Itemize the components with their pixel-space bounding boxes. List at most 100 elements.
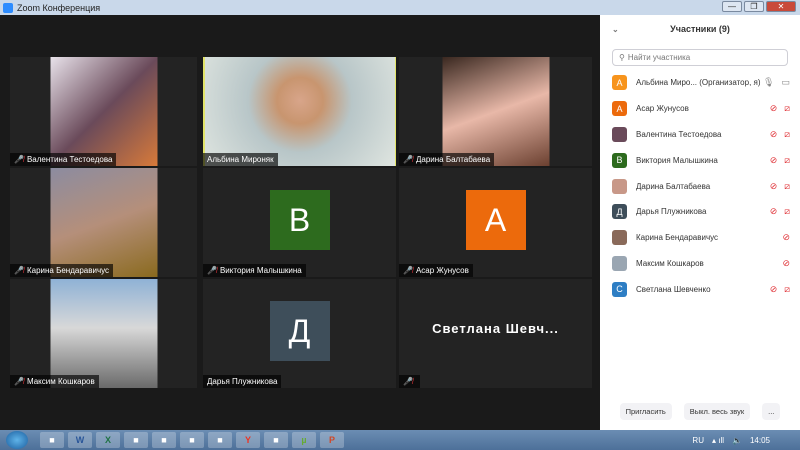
taskbar: ■ W X ■ ■ ■ ■ Y ■ µ P RU ▴ ıll 🔈 14:05 [0, 430, 800, 450]
taskbar-app-y-icon[interactable]: Y [236, 432, 260, 448]
video-off-icon[interactable]: ⧄ [784, 206, 790, 217]
video-tile[interactable]: А 🎤̸ Асар Жунусов [399, 168, 592, 277]
invite-button[interactable]: Пригласить [619, 403, 672, 420]
video-off-icon[interactable]: ⧄ [784, 284, 790, 295]
participant-name: Светлана Шевченко [636, 284, 711, 294]
mic-muted-icon: 🎤̸ [14, 377, 24, 386]
name-label: 🎤̸ Валентина Тестоедова [10, 153, 117, 166]
participant-row[interactable]: А Асар Жунусов ⊘ ⧄ [600, 96, 800, 122]
participant-row[interactable]: Карина Бендаравичус ⊘ [600, 225, 800, 251]
taskbar-app-p-icon[interactable]: P [320, 432, 344, 448]
participant-row[interactable]: Д Дарья Плужникова ⊘ ⧄ [600, 199, 800, 225]
network-icon[interactable]: ▴ ıll [712, 436, 724, 445]
window-title: Zoom Конференция [17, 2, 101, 13]
video-icon[interactable]: ▭ [781, 77, 790, 88]
zoom-logo-icon [3, 2, 13, 13]
mic-muted-icon[interactable]: ⊘ [782, 232, 790, 243]
mic-muted-icon[interactable]: ⊘ [770, 103, 778, 114]
participant-row[interactable]: Дарина Балтабаева ⊘ ⧄ [600, 173, 800, 199]
participant-video [442, 57, 549, 166]
panel-title: Участники (9) [670, 24, 730, 34]
taskbar-app-shield-icon[interactable]: ■ [124, 432, 148, 448]
search-input[interactable]: ⚲ Найти участника [612, 49, 788, 66]
video-tile[interactable]: Альбина Мироняк [203, 57, 396, 166]
mic-muted-icon[interactable]: ⊘ [770, 181, 778, 192]
taskbar-app-firefox-icon[interactable]: ■ [40, 432, 64, 448]
participant-name-large: Светлана Шевч... [432, 321, 559, 336]
volume-icon[interactable]: 🔈 [732, 436, 742, 445]
video-tile[interactable]: 🎤̸ Максим Кошкаров [10, 279, 197, 388]
participant-avatar: Д [612, 204, 627, 220]
participant-row[interactable]: Валентина Тестоедова ⊘ ⧄ [600, 122, 800, 148]
participant-row[interactable]: В Виктория Малышкина ⊘ ⧄ [600, 147, 800, 173]
mic-icon[interactable]: 🎙 [763, 77, 774, 88]
taskbar-app-µ-icon[interactable]: µ [292, 432, 316, 448]
maximize-button[interactable]: ❐ [744, 1, 764, 12]
mic-muted-icon[interactable]: ⊘ [770, 206, 778, 217]
participant-avatar [612, 126, 627, 142]
video-tile[interactable]: 🎤̸ Карина Бендаравичус [10, 168, 197, 277]
video-off-icon[interactable]: ⧄ [784, 181, 790, 192]
clock[interactable]: 14:05 [750, 436, 770, 445]
participant-row[interactable]: А Альбина Миро... (Организатор, я) 🎙 ▭ [600, 70, 800, 96]
participant-name: Карина Бендаравичус [26, 266, 110, 275]
taskbar-app-chrome-icon[interactable]: ■ [264, 432, 288, 448]
video-off-icon[interactable]: ⧄ [784, 103, 790, 114]
start-button[interactable] [6, 431, 28, 449]
participant-avatar: С [612, 281, 627, 297]
video-off-icon[interactable]: ⧄ [784, 129, 790, 140]
video-tile[interactable]: 🎤̸ Валентина Тестоедова [10, 57, 197, 166]
participants-panel: ⌄ Участники (9) ⚲ Найти участника А Альбина… [600, 15, 800, 430]
mic-muted-icon[interactable]: ⊘ [770, 155, 778, 166]
more-button[interactable]: ... [762, 403, 781, 420]
taskbar-app-w-icon[interactable]: W [68, 432, 92, 448]
close-button[interactable]: ✕ [766, 1, 796, 12]
participant-avatar: В [269, 190, 330, 250]
name-label: 🎤̸ Дарина Балтабаева [399, 153, 495, 166]
taskbar-app-zoom-icon[interactable]: ■ [152, 432, 176, 448]
participant-row[interactable]: Максим Кошкаров ⊘ [600, 251, 800, 277]
name-label: 🎤̸ Асар Жунусов [399, 264, 473, 277]
video-tile[interactable]: Д Дарья Плужникова [203, 279, 396, 388]
mic-muted-icon[interactable]: ⊘ [770, 129, 778, 140]
mic-muted-icon[interactable]: ⊘ [770, 284, 778, 295]
name-label: Альбина Мироняк [203, 153, 278, 166]
participant-name: Валентина Тестоедова [636, 129, 722, 139]
mic-muted-icon: 🎤̸ [14, 266, 24, 275]
taskbar-app-zoom2-icon[interactable]: ■ [208, 432, 232, 448]
name-label: 🎤̸ [399, 375, 420, 388]
mute-all-button[interactable]: Выкл. весь звук [683, 403, 751, 420]
participant-name: Альбина Миро... (Организатор, я) [636, 78, 761, 88]
search-icon: ⚲ [619, 53, 625, 62]
participant-video [50, 168, 157, 277]
chevron-down-icon[interactable]: ⌄ [612, 25, 619, 34]
participant-name: Максим Кошкаров [636, 258, 704, 268]
participant-name: Дарья Плужникова [636, 207, 707, 217]
search-placeholder: Найти участника [627, 53, 691, 62]
participant-avatar [612, 255, 627, 271]
participant-name: Максим Кошкаров [26, 377, 95, 386]
name-label: 🎤̸ Максим Кошкаров [10, 375, 99, 388]
video-tile[interactable]: В 🎤̸ Виктория Малышкина [203, 168, 396, 277]
participant-video [204, 57, 395, 166]
participant-avatar: А [465, 190, 526, 250]
taskbar-app-folder-icon[interactable]: ■ [180, 432, 204, 448]
video-tile[interactable]: Светлана Шевч... 🎤̸ [399, 279, 592, 388]
video-off-icon[interactable]: ⧄ [784, 155, 790, 166]
video-tile[interactable]: 🎤̸ Дарина Балтабаева [399, 57, 592, 166]
language-indicator[interactable]: RU [692, 436, 704, 445]
taskbar-app-x-icon[interactable]: X [96, 432, 120, 448]
participant-name: Дарья Плужникова [207, 377, 278, 386]
participant-video [50, 57, 157, 166]
participant-name: Валентина Тестоедова [26, 155, 113, 164]
name-label: 🎤̸ Виктория Малышкина [203, 264, 306, 277]
name-label: Дарья Плужникова [203, 375, 282, 388]
participant-name: Дарина Балтабаева [415, 155, 491, 164]
minimize-button[interactable]: — [722, 1, 742, 12]
mic-muted-icon: 🎤̸ [403, 377, 413, 386]
mic-muted-icon: 🎤̸ [403, 155, 413, 164]
participant-name: Карина Бендаравичус [636, 233, 719, 243]
participant-video [50, 279, 157, 388]
participant-row[interactable]: С Светлана Шевченко ⊘ ⧄ [600, 276, 800, 302]
mic-muted-icon[interactable]: ⊘ [782, 258, 790, 269]
